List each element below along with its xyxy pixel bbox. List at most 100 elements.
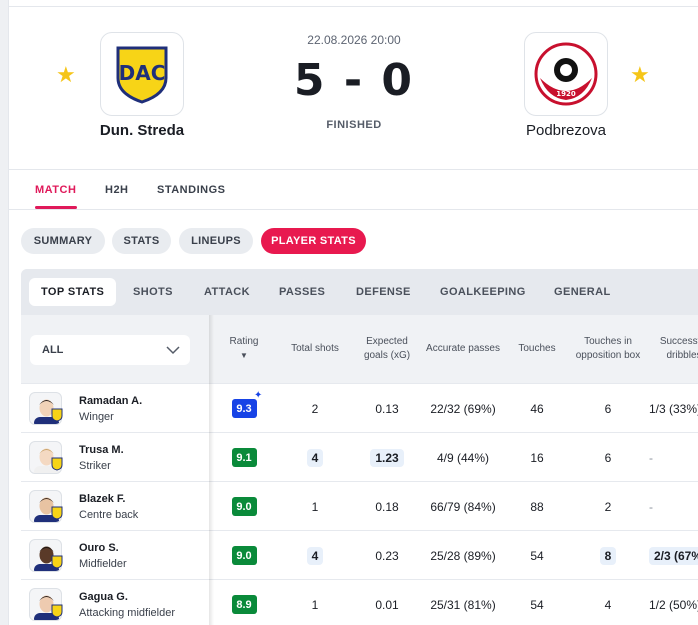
cell-accurate-passes: 4/9 (44%) [426, 433, 500, 482]
cell-successful-dribbles: 1/3 (33%) [649, 384, 698, 433]
cell-xg: 0.18 [356, 482, 418, 531]
team-badge-icon [51, 555, 63, 569]
player-name[interactable]: Ramadan A. [79, 395, 142, 407]
cell-total-shots-value: 1 [311, 499, 319, 514]
cell-rating: 8.9 [217, 580, 271, 625]
position-filter-dropdown[interactable]: ALL [30, 335, 190, 365]
subtab-passes[interactable]: PASSES [279, 269, 325, 315]
cell-successful-dribbles-value: 1/2 (50%) [649, 597, 698, 612]
cell-successful-dribbles-value: - [649, 499, 653, 514]
cell-accurate-passes: 22/32 (69%) [426, 384, 500, 433]
player-name[interactable]: Trusa M. [79, 444, 124, 456]
col-successful-dribbles[interactable]: Successful dribbles [649, 315, 698, 383]
col-rating-label: Rating [229, 336, 259, 347]
table-row[interactable]: Gagua G. Attacking midfielder 8.9 1 0.01 25/3… [21, 579, 698, 625]
svg-text:1920: 1920 [556, 90, 576, 98]
cell-accurate-passes: 25/31 (81%) [426, 580, 500, 625]
subtab-shots[interactable]: SHOTS [133, 269, 173, 315]
col-rating[interactable]: Rating ▼ [217, 315, 271, 383]
tab-match[interactable]: MATCH [35, 184, 76, 196]
cell-xg-value: 0.01 [375, 597, 399, 612]
rating-badge: 9.0 [231, 497, 257, 516]
chevron-down-icon [166, 346, 180, 355]
col-total-shots[interactable]: Total shots [281, 315, 349, 383]
header-divider [9, 169, 698, 170]
cell-rating: 9.0 [217, 531, 271, 580]
cell-touches-opposition-box: 4 [574, 580, 642, 625]
rating-badge: 9.0 [231, 546, 257, 565]
away-team-logo[interactable]: 1920 [524, 32, 608, 116]
player-position: Midfielder [79, 558, 127, 570]
cell-accurate-passes: 25/28 (89%) [426, 531, 500, 580]
col-touches-opposition-box[interactable]: Touches in opposition box [574, 315, 642, 383]
cell-successful-dribbles: - [649, 433, 698, 482]
cell-successful-dribbles: 2/3 (67%) [649, 531, 698, 580]
cell-touches-opposition-box-value: 6 [604, 450, 612, 465]
cell-total-shots: 4 [281, 433, 349, 482]
player-position: Striker [79, 460, 111, 472]
cell-xg-value: 0.23 [375, 548, 399, 563]
col-touches[interactable]: Touches [509, 315, 565, 383]
col-accurate-passes[interactable]: Accurate passes [426, 315, 500, 383]
tab-standings[interactable]: STANDINGS [157, 184, 225, 196]
table-row[interactable]: Trusa M. Striker 9.1 4 1.23 4/9 (44%) 16 6 - [21, 432, 698, 481]
cell-touches-opposition-box-value: 8 [599, 546, 617, 565]
player-name[interactable]: Ouro S. [79, 542, 119, 554]
cell-accurate-passes-value: 4/9 (44%) [436, 450, 490, 465]
pill-player-stats[interactable]: PLAYER STATS [261, 228, 366, 254]
cell-successful-dribbles-value: 1/3 (33%) [649, 401, 698, 416]
rating-badge: 9.3 [231, 399, 257, 418]
rating-badge: 9.1 [231, 448, 257, 467]
pill-stats[interactable]: STATS [112, 228, 171, 254]
tabs-divider [9, 209, 698, 210]
pill-summary[interactable]: SUMMARY [21, 228, 105, 254]
podbrezova-crest-icon: 1920 [534, 42, 598, 106]
player-name[interactable]: Gagua G. [79, 591, 128, 603]
cell-xg-value: 0.13 [375, 401, 399, 416]
cell-touches-opposition-box: 2 [574, 482, 642, 531]
subtab-general[interactable]: GENERAL [554, 269, 611, 315]
cell-successful-dribbles: 1/2 (50%) [649, 580, 698, 625]
subtab-goalkeeping[interactable]: GOALKEEPING [440, 269, 526, 315]
team-badge-icon [51, 604, 63, 618]
match-card: ★ DAC Dun. Streda 22.08.2026 20:00 5 - 0… [8, 0, 698, 625]
player-name[interactable]: Blazek F. [79, 493, 125, 505]
cell-xg-value: 0.18 [375, 499, 399, 514]
cell-touches-opposition-box-value: 2 [604, 499, 612, 514]
table-row[interactable]: Ramadan A. Winger 9.3 ✦ 2 0.13 22/32 (69%) 46 6 1… [21, 383, 698, 432]
cell-xg: 1.23 [356, 433, 418, 482]
cell-total-shots-value: 4 [306, 546, 324, 565]
subtab-top-stats[interactable]: TOP STATS [29, 278, 117, 306]
table-row[interactable]: Blazek F. Centre back 9.0 1 0.18 66/79 (84%) 8… [21, 481, 698, 530]
cell-successful-dribbles-value: 2/3 (67%) [649, 546, 698, 565]
cell-accurate-passes: 66/79 (84%) [426, 482, 500, 531]
pill-lineups[interactable]: LINEUPS [179, 228, 253, 254]
cell-touches-value: 54 [530, 548, 544, 563]
cell-rating: 9.1 [217, 433, 271, 482]
player-position: Attacking midfielder [79, 607, 175, 619]
col-xg[interactable]: Expected goals (xG) [356, 315, 418, 383]
cell-touches: 88 [509, 482, 565, 531]
cell-total-shots-value: 2 [311, 401, 319, 416]
cell-touches: 54 [509, 531, 565, 580]
subtab-attack[interactable]: ATTACK [204, 269, 250, 315]
cell-rating: 9.3 ✦ [217, 384, 271, 433]
cell-accurate-passes-value: 25/31 (81%) [430, 597, 496, 612]
cell-total-shots-value: 1 [311, 597, 319, 612]
subtab-defense[interactable]: DEFENSE [356, 269, 411, 315]
cell-xg-value: 1.23 [370, 448, 404, 467]
cell-xg: 0.13 [356, 384, 418, 433]
rating-badge: 8.9 [231, 595, 257, 614]
tab-h2h[interactable]: H2H [105, 184, 129, 196]
table-row[interactable]: Ouro S. Midfielder 9.0 4 0.23 25/28 (89%) 54 8 2… [21, 530, 698, 579]
cell-touches-value: 54 [530, 597, 544, 612]
away-team-name[interactable]: Podbrezova [486, 122, 646, 139]
cell-total-shots: 1 [281, 580, 349, 625]
cell-accurate-passes-value: 22/32 (69%) [430, 401, 496, 416]
cell-touches-opposition-box: 6 [574, 433, 642, 482]
cell-total-shots: 4 [281, 531, 349, 580]
player-position: Centre back [79, 509, 139, 521]
cell-total-shots-value: 4 [306, 448, 324, 467]
cell-xg: 0.01 [356, 580, 418, 625]
away-favorite-star-icon[interactable]: ★ [630, 64, 650, 86]
